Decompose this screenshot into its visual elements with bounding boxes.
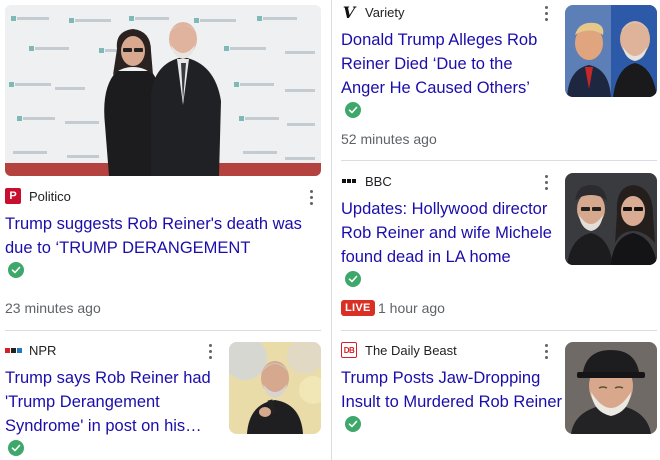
bbc-logo-icon [341, 173, 357, 189]
more-options-icon[interactable] [539, 341, 553, 361]
source-name: Variety [365, 4, 405, 20]
npr-logo-icon [4, 342, 22, 358]
hero-image[interactable] [5, 5, 321, 176]
article-headline[interactable]: Trump suggests Rob Reiner's death was du… [5, 212, 323, 260]
article-thumbnail[interactable] [565, 5, 657, 97]
verified-check-icon [345, 271, 361, 287]
article-headline[interactable]: Donald Trump Alleges Rob Reiner Died ‘Du… [341, 28, 559, 100]
variety-logo-icon: V [341, 2, 357, 22]
source-name: The Daily Beast [365, 342, 457, 358]
article-timestamp: 1 hour ago [378, 300, 445, 316]
row-divider [5, 330, 321, 331]
variety-logo-letter: V [342, 2, 356, 22]
article-headline[interactable]: Trump says Rob Reiner had 'Trump Derange… [5, 366, 217, 438]
live-badge: LIVE [341, 300, 375, 316]
article-timestamp: 52 minutes ago [341, 131, 437, 147]
politico-logo-icon: P [5, 188, 21, 204]
row-divider [341, 330, 657, 331]
column-divider [331, 0, 332, 460]
verified-check-icon [345, 102, 361, 118]
daily-beast-logo-icon: DB [341, 342, 357, 358]
more-options-icon[interactable] [539, 172, 553, 192]
more-options-icon[interactable] [304, 187, 318, 207]
article-thumbnail[interactable] [565, 173, 657, 265]
source-row-daily-beast[interactable]: DB The Daily Beast [341, 341, 457, 359]
more-options-icon[interactable] [203, 341, 217, 361]
article-thumbnail[interactable] [565, 342, 657, 434]
row-divider [341, 160, 657, 161]
verified-check-icon [8, 262, 24, 278]
source-row-bbc[interactable]: BBC [341, 172, 392, 190]
more-options-icon[interactable] [539, 3, 553, 23]
verified-check-icon [8, 440, 24, 456]
article-thumbnail[interactable] [229, 342, 321, 434]
source-name: Politico [29, 188, 71, 204]
article-headline[interactable]: Trump Posts Jaw-Dropping Insult to Murde… [341, 366, 563, 414]
source-name: NPR [29, 342, 57, 358]
article-headline[interactable]: Updates: Hollywood director Rob Reiner a… [341, 197, 559, 269]
daily-beast-logo-letters: DB [343, 345, 355, 355]
verified-check-icon [345, 416, 361, 432]
politico-logo-letter: P [9, 190, 17, 202]
article-timestamp: 23 minutes ago [5, 300, 101, 316]
source-row-variety[interactable]: V Variety [341, 2, 405, 22]
source-row-npr[interactable]: NPR [4, 341, 57, 359]
source-name: BBC [365, 173, 392, 189]
source-row-politico[interactable]: P Politico [5, 187, 71, 205]
hero-photo-illustration [5, 5, 321, 176]
